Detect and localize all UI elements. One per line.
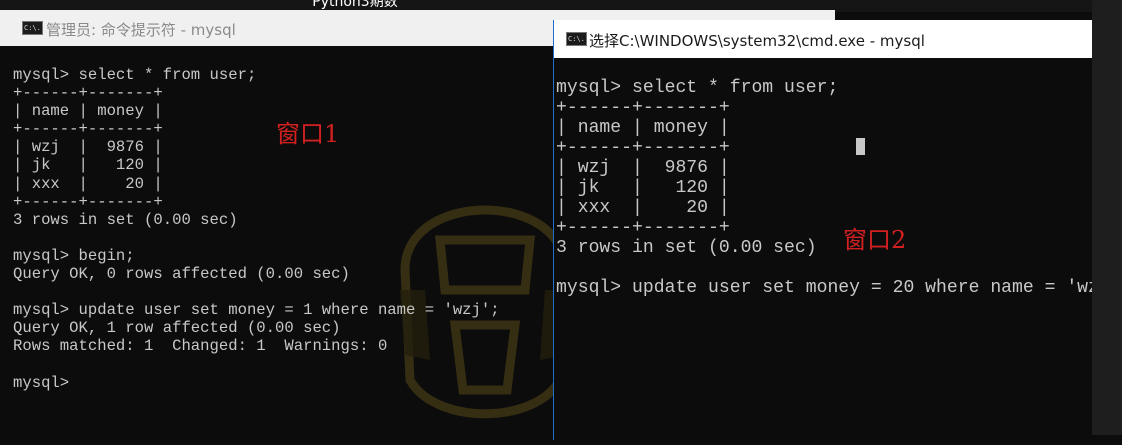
console-line: Rows matched: 1 Changed: 1 Warnings: 0: [13, 337, 388, 356]
console-window-2[interactable]: C:\. 选择C:\WINDOWS\system32\cmd.exe - mys…: [553, 20, 1122, 440]
console-line: | jk | 120 |: [556, 178, 730, 198]
console-line: mysql> update user set money = 1 where n…: [13, 301, 500, 320]
console-line: Query OK, 1 row affected (0.00 sec): [13, 319, 341, 338]
console-line: | jk | 120 |: [13, 156, 163, 175]
console-icon: C:\.: [22, 21, 43, 35]
window-2-titlebar[interactable]: C:\. 选择C:\WINDOWS\system32\cmd.exe - mys…: [554, 20, 1093, 58]
window-1-annotation: 窗口1: [276, 120, 340, 148]
window-2-title: 选择C:\WINDOWS\system32\cmd.exe - mysql: [589, 32, 925, 50]
console-output-1[interactable]: mysql> select * from user; +------+-----…: [13, 66, 500, 392]
text-cursor: [856, 138, 865, 155]
console-line: 3 rows in set (0.00 sec): [556, 238, 817, 258]
console-icon: C:\.: [566, 32, 587, 46]
window-2-annotation: 窗口2: [843, 226, 907, 254]
console-line: mysql> select * from user;: [556, 78, 839, 98]
console-line: mysql>: [13, 373, 70, 392]
console-line: | xxx | 20 |: [556, 198, 730, 218]
console-line: +------+-------+: [13, 120, 163, 139]
console-line: +------+-------+: [13, 84, 163, 103]
console-line: 3 rows in set (0.00 sec): [13, 210, 238, 229]
console-line: +------+-------+: [13, 192, 163, 211]
console-line: +------+-------+: [556, 218, 730, 238]
window-1-title: 管理员: 命令提示符 - mysql: [46, 21, 236, 39]
console-line: mysql> begin;: [13, 246, 135, 265]
console-line: | name | money |: [13, 102, 163, 121]
desktop-edge: [1092, 0, 1122, 435]
console-line: | xxx | 20 |: [13, 174, 163, 193]
console-line: mysql> select * from user;: [13, 66, 257, 84]
console-line: | name | money |: [556, 118, 730, 138]
console-line: +------+-------+: [556, 98, 730, 118]
console-output-2[interactable]: mysql> select * from user; +------+-----…: [556, 78, 1122, 298]
console-line: mysql> update user set money = 20 where …: [556, 278, 1122, 298]
console-line: +------+-------+: [556, 138, 730, 158]
console-line: | wzj | 9876 |: [13, 138, 163, 157]
console-line: Query OK, 0 rows affected (0.00 sec): [13, 265, 350, 284]
console-line: | wzj | 9876 |: [556, 158, 730, 178]
